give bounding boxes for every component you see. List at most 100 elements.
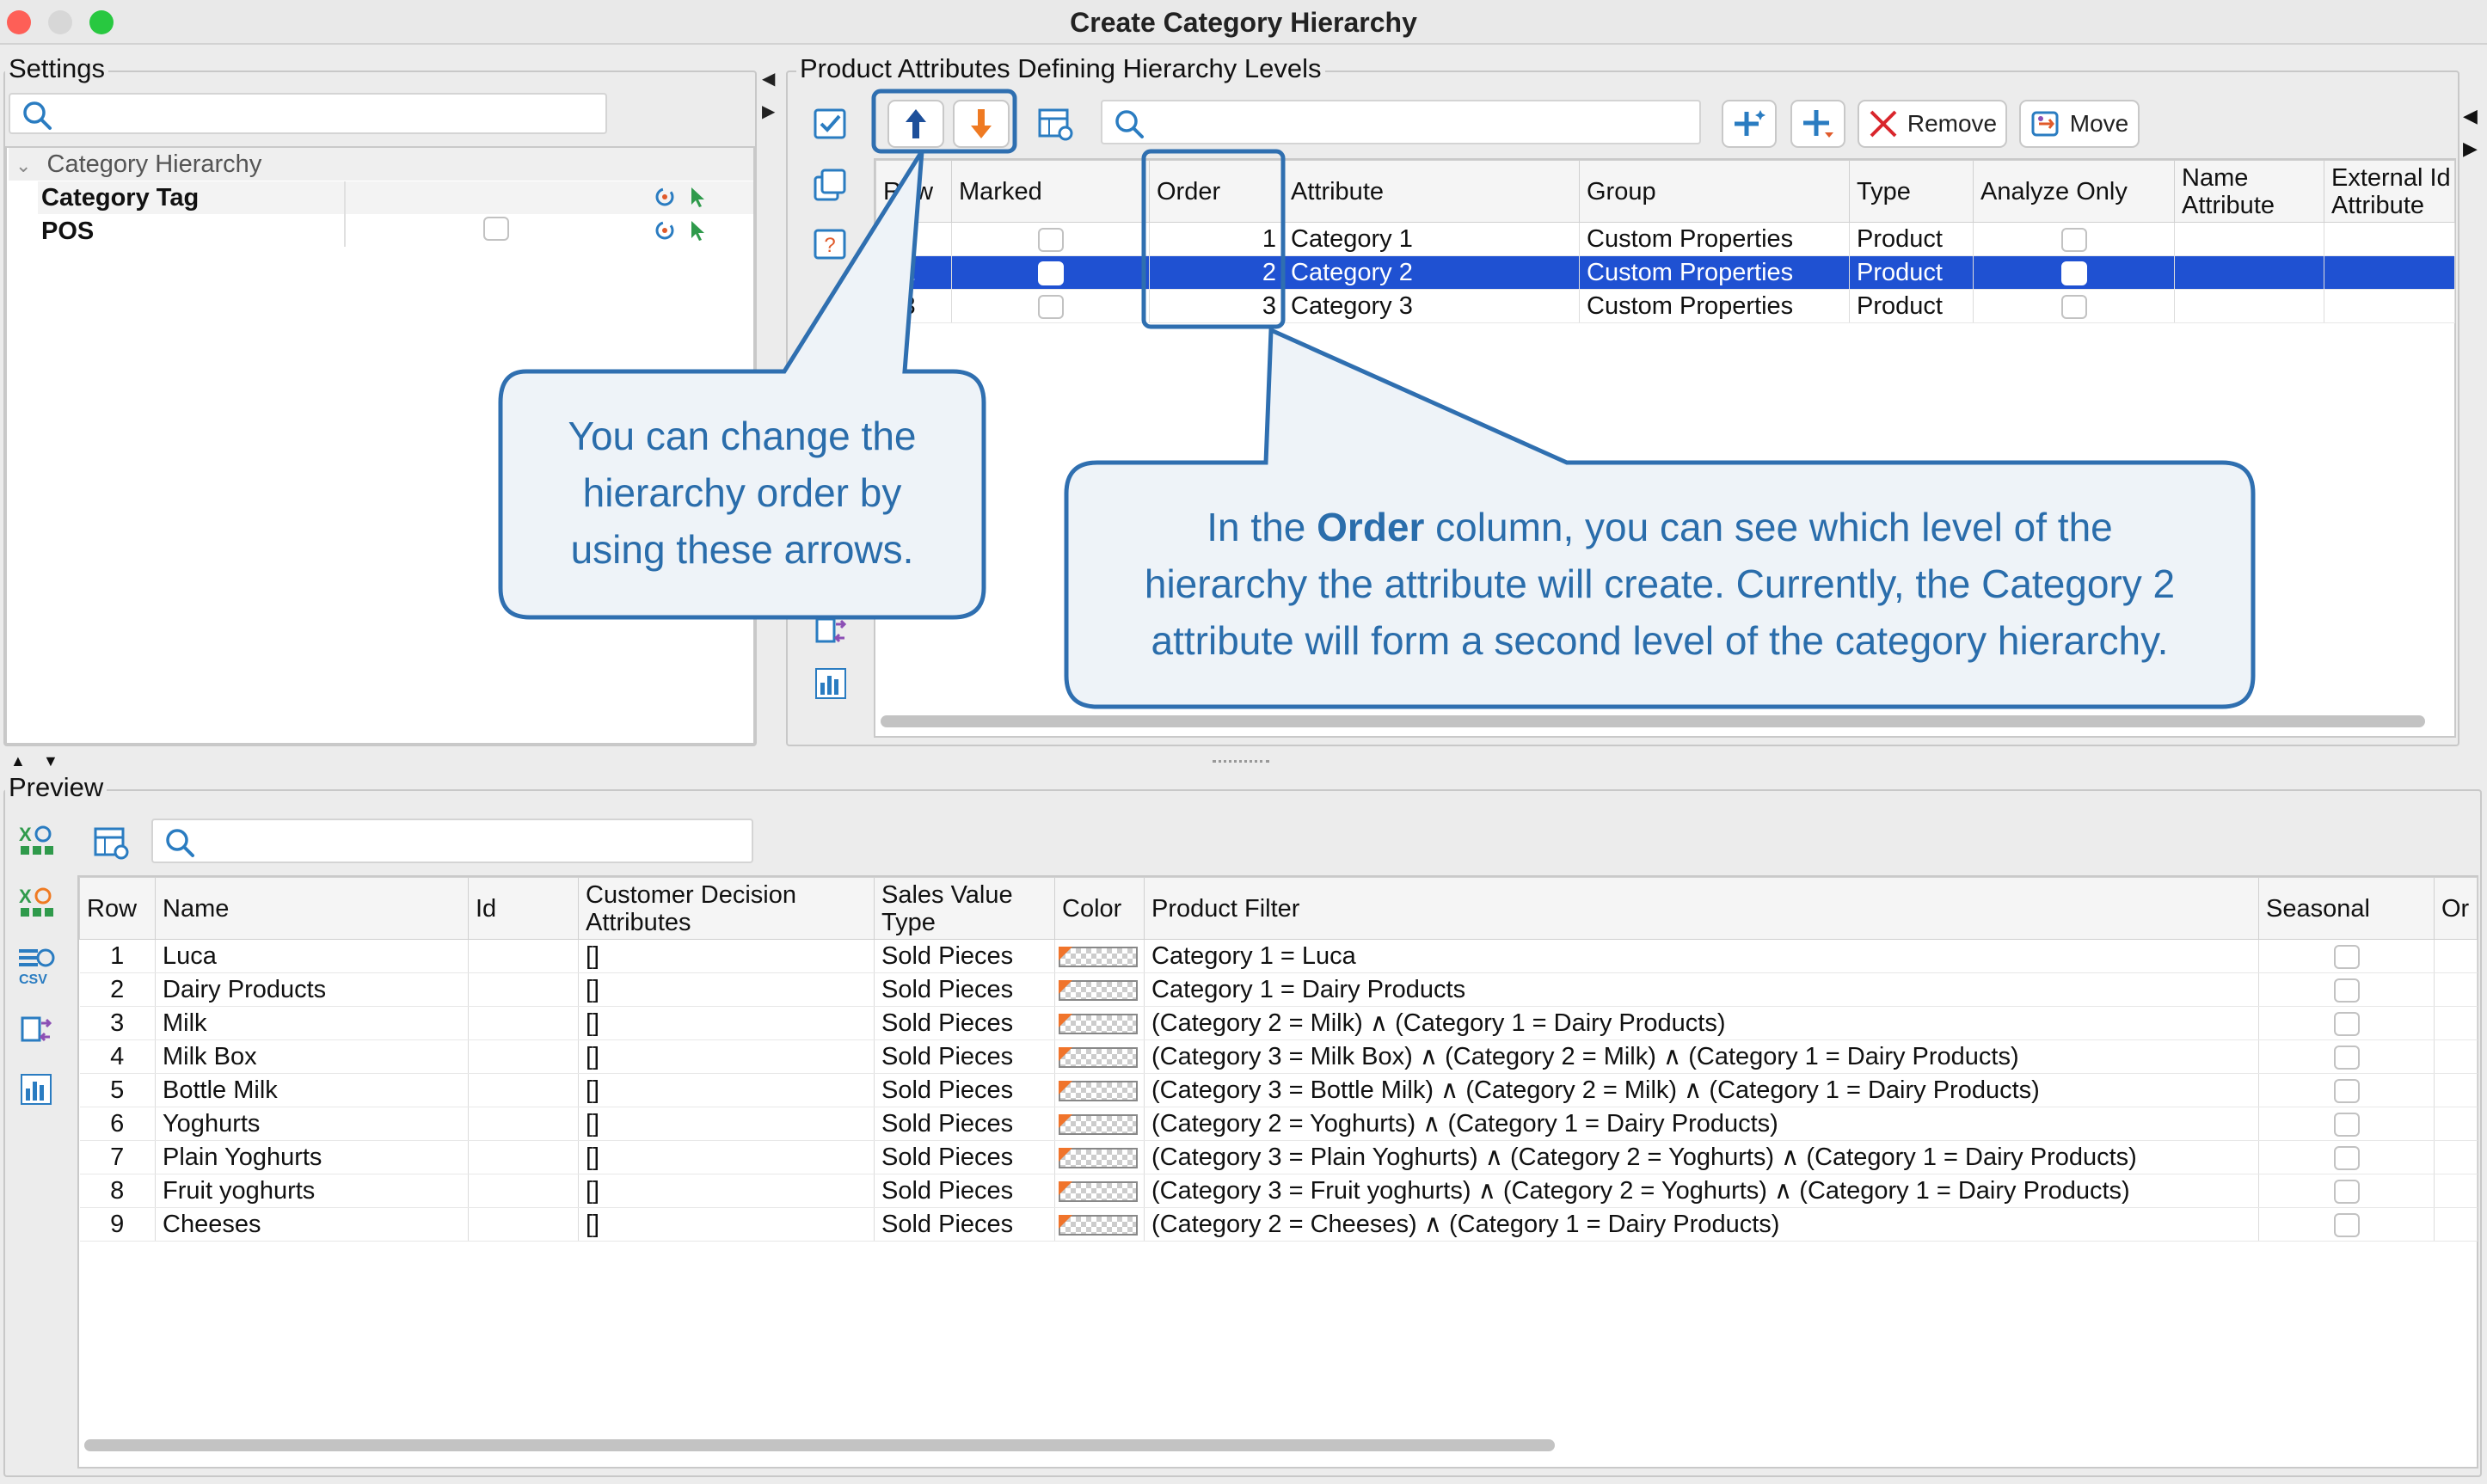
seasonal-cell[interactable]: [2258, 1073, 2435, 1107]
color-cell[interactable]: [1054, 939, 1145, 973]
color-cell[interactable]: [1054, 972, 1145, 1007]
col-header-line: Sales Value: [881, 880, 1013, 909]
callout-line: You can change the: [568, 414, 917, 458]
preview-title: Preview: [5, 772, 107, 803]
seasonal-cell[interactable]: [2258, 1107, 2435, 1141]
sales-value-type-cell: Sold Pieces: [874, 1107, 1055, 1141]
customer-decision-cell: []: [578, 1140, 875, 1174]
col-seasonal-header[interactable]: Seasonal: [2258, 877, 2435, 940]
preview-search-input[interactable]: [151, 819, 753, 863]
col-product-filter-header[interactable]: Product Filter: [1144, 877, 2259, 940]
seasonal-checkbox[interactable]: [2333, 1113, 2360, 1138]
splitter-down-icon[interactable]: ▼: [43, 753, 58, 769]
id-cell: [468, 1207, 579, 1242]
id-cell: [468, 1039, 579, 1074]
name-cell: Dairy Products: [155, 972, 469, 1007]
col-row-header[interactable]: Row: [79, 877, 156, 940]
or-cell: [2434, 1006, 2478, 1040]
splitter-up-icon[interactable]: ▲: [10, 753, 26, 769]
preview-horizontal-scrollbar[interactable]: [84, 1439, 1555, 1451]
color-swatch[interactable]: [1059, 947, 1138, 968]
export-csv-icon[interactable]: CSV: [17, 946, 55, 987]
id-cell: [468, 1140, 579, 1174]
id-cell: [468, 939, 579, 973]
table-row[interactable]: 5 Bottle Milk [] Sold Pieces (Category 3 = B…: [79, 1073, 2478, 1107]
order-callout-text: In the Order column, you can see which l…: [1075, 499, 2244, 669]
row-number: 1: [79, 939, 156, 973]
bar-chart-icon[interactable]: [17, 1070, 55, 1107]
seasonal-checkbox[interactable]: [2333, 978, 2360, 1003]
sales-value-type-cell: Sold Pieces: [874, 1006, 1055, 1040]
seasonal-checkbox[interactable]: [2333, 945, 2360, 970]
color-cell[interactable]: [1054, 1073, 1145, 1107]
color-cell[interactable]: [1054, 1140, 1145, 1174]
color-cell[interactable]: [1054, 1174, 1145, 1208]
table-row[interactable]: 3 Milk [] Sold Pieces (Category 2 = Milk) ∧ …: [79, 1006, 2478, 1040]
seasonal-cell[interactable]: [2258, 1006, 2435, 1040]
seasonal-checkbox[interactable]: [2333, 1146, 2360, 1171]
col-customer-decision-header[interactable]: Customer Decision Attributes: [578, 877, 875, 940]
seasonal-cell[interactable]: [2258, 939, 2435, 973]
row-number: 8: [79, 1174, 156, 1208]
callout-line: hierarchy order by: [582, 470, 902, 515]
color-swatch[interactable]: [1059, 980, 1138, 1002]
table-row[interactable]: 6 Yoghurts [] Sold Pieces (Category 2 = Yogh…: [79, 1107, 2478, 1141]
table-swap-icon[interactable]: [17, 1011, 55, 1049]
color-cell[interactable]: [1054, 1006, 1145, 1040]
col-id-header[interactable]: Id: [468, 877, 579, 940]
seasonal-checkbox[interactable]: [2333, 1180, 2360, 1205]
color-swatch[interactable]: [1059, 1181, 1138, 1203]
name-cell: Milk Box: [155, 1039, 469, 1074]
export-excel-settings-icon[interactable]: X: [17, 884, 55, 922]
seasonal-checkbox[interactable]: [2333, 1213, 2360, 1238]
seasonal-cell[interactable]: [2258, 1140, 2435, 1174]
table-settings-icon[interactable]: [93, 824, 131, 862]
arrows-callout-text: You can change the hierarchy order by us…: [507, 408, 977, 578]
color-swatch[interactable]: [1059, 1081, 1138, 1102]
color-cell[interactable]: [1054, 1039, 1145, 1074]
color-cell[interactable]: [1054, 1207, 1145, 1242]
seasonal-cell[interactable]: [2258, 1207, 2435, 1242]
color-cell[interactable]: [1054, 1107, 1145, 1141]
id-cell: [468, 1073, 579, 1107]
col-header-line: Attributes: [586, 908, 691, 936]
table-row[interactable]: 7 Plain Yoghurts [] Sold Pieces (Category 3 …: [79, 1140, 2478, 1174]
table-row[interactable]: 1 Luca [] Sold Pieces Category 1 = Luca: [79, 939, 2478, 973]
sales-value-type-cell: Sold Pieces: [874, 1207, 1055, 1242]
color-swatch[interactable]: [1059, 1215, 1138, 1236]
table-row[interactable]: 8 Fruit yoghurts [] Sold Pieces (Category 3 …: [79, 1174, 2478, 1208]
seasonal-checkbox[interactable]: [2333, 1046, 2360, 1070]
row-number: 6: [79, 1107, 156, 1141]
export-excel-icon[interactable]: X: [17, 822, 55, 860]
product-filter-cell: Category 1 = Luca: [1144, 939, 2259, 973]
color-swatch[interactable]: [1059, 1148, 1138, 1169]
table-row[interactable]: 2 Dairy Products [] Sold Pieces Category 1 =…: [79, 972, 2478, 1007]
splitter-handle[interactable]: [1213, 760, 1269, 763]
seasonal-checkbox[interactable]: [2333, 1012, 2360, 1037]
customer-decision-cell: []: [578, 1073, 875, 1107]
seasonal-cell[interactable]: [2258, 1039, 2435, 1074]
seasonal-cell[interactable]: [2258, 1174, 2435, 1208]
color-swatch[interactable]: [1059, 1114, 1138, 1136]
callout-bold-order: Order: [1317, 505, 1425, 549]
id-cell: [468, 972, 579, 1007]
col-or-header[interactable]: Or: [2434, 877, 2478, 940]
seasonal-cell[interactable]: [2258, 972, 2435, 1007]
product-filter-cell: (Category 2 = Cheeses) ∧ (Category 1 = D…: [1144, 1207, 2259, 1242]
id-cell: [468, 1107, 579, 1141]
col-name-header[interactable]: Name: [155, 877, 469, 940]
id-cell: [468, 1174, 579, 1208]
color-swatch[interactable]: [1059, 1047, 1138, 1069]
customer-decision-cell: []: [578, 1039, 875, 1074]
table-row[interactable]: 4 Milk Box [] Sold Pieces (Category 3 = Milk…: [79, 1039, 2478, 1074]
color-swatch[interactable]: [1059, 1014, 1138, 1035]
table-row[interactable]: 9 Cheeses [] Sold Pieces (Category 2 = Chees…: [79, 1207, 2478, 1242]
col-color-header[interactable]: Color: [1054, 877, 1145, 940]
name-cell: Bottle Milk: [155, 1073, 469, 1107]
customer-decision-cell: []: [578, 1174, 875, 1208]
customer-decision-cell: []: [578, 939, 875, 973]
seasonal-checkbox[interactable]: [2333, 1079, 2360, 1104]
arrows-highlight: [871, 89, 1017, 154]
col-sales-value-type-header[interactable]: Sales Value Type: [874, 877, 1055, 940]
callout-line: attribute will form a second level of th…: [1151, 618, 2169, 663]
